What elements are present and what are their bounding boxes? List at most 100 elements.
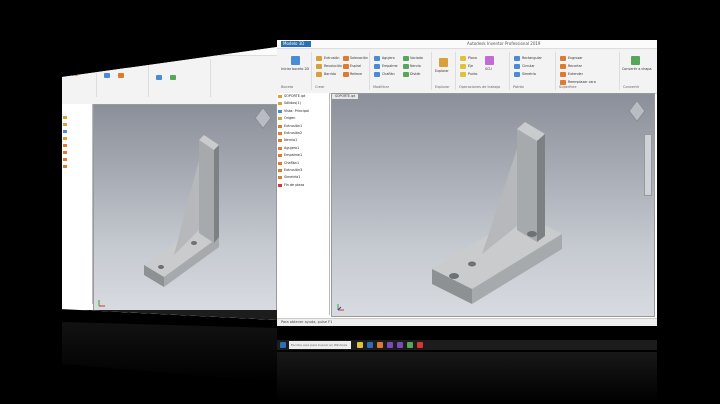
ribbon-item[interactable]: SCU — [485, 67, 492, 71]
browser-item[interactable] — [62, 156, 92, 163]
browser-item[interactable] — [62, 163, 92, 170]
browser-item[interactable]: Sólidos(1) — [277, 100, 329, 107]
browser-item[interactable]: Chaflán1 — [277, 160, 329, 167]
inventor-icon[interactable] — [377, 342, 383, 348]
sweep-icon[interactable] — [316, 72, 322, 77]
ribbon-item[interactable]: Barrido — [324, 72, 336, 76]
vs-icon[interactable] — [387, 342, 393, 348]
coil-icon[interactable] — [343, 64, 349, 69]
shell-icon[interactable] — [403, 56, 409, 61]
plane-icon[interactable] — [460, 56, 466, 61]
ribbon-item[interactable]: Vaciado — [410, 56, 423, 60]
browser-item[interactable] — [62, 121, 92, 128]
split-icon[interactable] — [403, 72, 409, 77]
browser-item[interactable]: Origen — [277, 115, 329, 122]
model-browser[interactable]: SOPORTE.ipt Sólidos(1) Vista: Principal … — [277, 93, 330, 315]
ribbon-item[interactable]: Reemplazar cara — [568, 80, 596, 84]
ribbon-group-label: Superficie — [559, 85, 577, 89]
browser-item-label: SOPORTE.ipt — [284, 94, 306, 98]
ribbon-item[interactable]: Dividir — [410, 72, 421, 76]
circular-pattern-icon[interactable] — [514, 64, 520, 69]
browser-item[interactable] — [62, 128, 92, 135]
hole-icon — [278, 146, 282, 150]
browser-item[interactable]: Agujero1 — [277, 145, 329, 152]
ribbon-item[interactable]: Rectangular — [522, 56, 542, 60]
bracket-hole — [527, 231, 537, 237]
ribbon-item[interactable]: Agujero — [382, 56, 395, 60]
browser-item[interactable]: Extrusión2 — [277, 130, 329, 137]
left-3d-viewport[interactable] — [93, 104, 277, 312]
emboss-icon[interactable] — [343, 72, 349, 77]
folder-icon — [278, 117, 282, 121]
ribbon-group-label: Modificar — [373, 85, 390, 89]
ribbon-item[interactable]: Punto — [468, 72, 477, 76]
ribbon-item[interactable]: Convertir a chapa — [622, 67, 651, 71]
browser-item[interactable]: Nervio1 — [277, 137, 329, 144]
ribbon-item[interactable]: Extrusión — [324, 56, 340, 60]
ribbon-item[interactable]: Engrosar — [568, 56, 583, 60]
browser-item[interactable] — [62, 114, 92, 121]
3d-viewport[interactable]: SOPORTE.ipt — [331, 93, 655, 317]
browser-icon[interactable] — [367, 342, 373, 348]
app-icon[interactable] — [417, 342, 423, 348]
point-icon[interactable] — [460, 72, 466, 77]
ribbon-item[interactable]: Extender — [568, 72, 583, 76]
hole-icon[interactable] — [374, 56, 380, 61]
convert-sheet-metal-icon[interactable] — [631, 56, 640, 65]
ribbon-item[interactable]: Relieve — [350, 72, 362, 76]
axis-icon[interactable] — [460, 64, 466, 69]
explorer-icon[interactable] — [357, 342, 363, 348]
bracket-model — [432, 122, 562, 304]
browser-item[interactable]: Extrusión1 — [277, 123, 329, 130]
browser-item[interactable]: Empalme1 — [277, 152, 329, 159]
explore-icon[interactable] — [439, 58, 448, 67]
browser-item[interactable] — [62, 142, 92, 149]
browser-item[interactable]: Simetría1 — [277, 174, 329, 181]
ribbon-item[interactable]: Iniciar boceto 2D — [281, 67, 309, 71]
thicken-icon[interactable] — [560, 56, 566, 61]
start-sketch-icon[interactable] — [291, 56, 300, 65]
app-icon[interactable] — [407, 342, 413, 348]
rectangular-pattern-icon[interactable] — [514, 56, 520, 61]
statusbar: Para obtener ayuda, pulse F1 — [277, 318, 657, 326]
start-icon[interactable] — [280, 342, 286, 348]
ribbon-item[interactable]: Eje — [468, 64, 473, 68]
chamfer-icon[interactable] — [374, 72, 380, 77]
extrude-icon[interactable] — [316, 56, 322, 61]
left-model-browser[interactable] — [62, 104, 93, 304]
extend-icon[interactable] — [560, 72, 566, 77]
ribbon-item[interactable]: Circular — [522, 64, 535, 68]
browser-item-part[interactable]: SOPORTE.ipt — [277, 93, 329, 100]
ribbon-item[interactable]: Recortar — [568, 64, 582, 68]
fillet-icon[interactable] — [374, 64, 380, 69]
mirror-icon[interactable] — [514, 72, 520, 77]
loft-icon[interactable] — [343, 56, 349, 61]
vs-icon[interactable] — [397, 342, 403, 348]
ribbon-item[interactable]: Solevación — [350, 56, 368, 60]
browser-item[interactable] — [62, 135, 92, 142]
browser-item-label: Extrusión3 — [284, 167, 303, 172]
browser-item-label: Fin de pieza — [284, 182, 305, 187]
navigation-bar[interactable] — [644, 134, 652, 196]
ucs-icon[interactable] — [485, 56, 494, 65]
rib-icon[interactable] — [403, 64, 409, 69]
titlebar: Modelo 3D Autodesk Inventor Professional… — [277, 40, 657, 49]
browser-item[interactable]: Vista: Principal — [277, 108, 329, 115]
ribbon-item[interactable]: Explorar — [435, 69, 449, 73]
ribbon-item[interactable]: Simetría — [522, 72, 536, 76]
tab-modelo-3d[interactable]: Modelo 3D — [281, 41, 311, 47]
ribbon-item[interactable]: Revolución — [324, 64, 342, 68]
browser-item[interactable] — [62, 149, 92, 156]
ribbon-item[interactable]: Nervio — [410, 64, 421, 68]
ribbon-item[interactable]: Empalme — [382, 64, 398, 68]
rib-icon — [278, 139, 282, 143]
left-taskbar — [62, 310, 277, 320]
browser-item[interactable]: Extrusión3 — [277, 167, 329, 174]
revolve-icon[interactable] — [316, 64, 322, 69]
browser-item-end-of-part[interactable]: Fin de pieza — [277, 182, 329, 189]
ribbon-item[interactable]: Chaflán — [382, 72, 395, 76]
ribbon-item[interactable]: Plano — [468, 56, 477, 60]
trim-icon[interactable] — [560, 64, 566, 69]
search-box[interactable]: Escriba aquí para buscar en Windows — [289, 341, 351, 349]
ribbon-item[interactable]: Espiral — [350, 64, 361, 68]
